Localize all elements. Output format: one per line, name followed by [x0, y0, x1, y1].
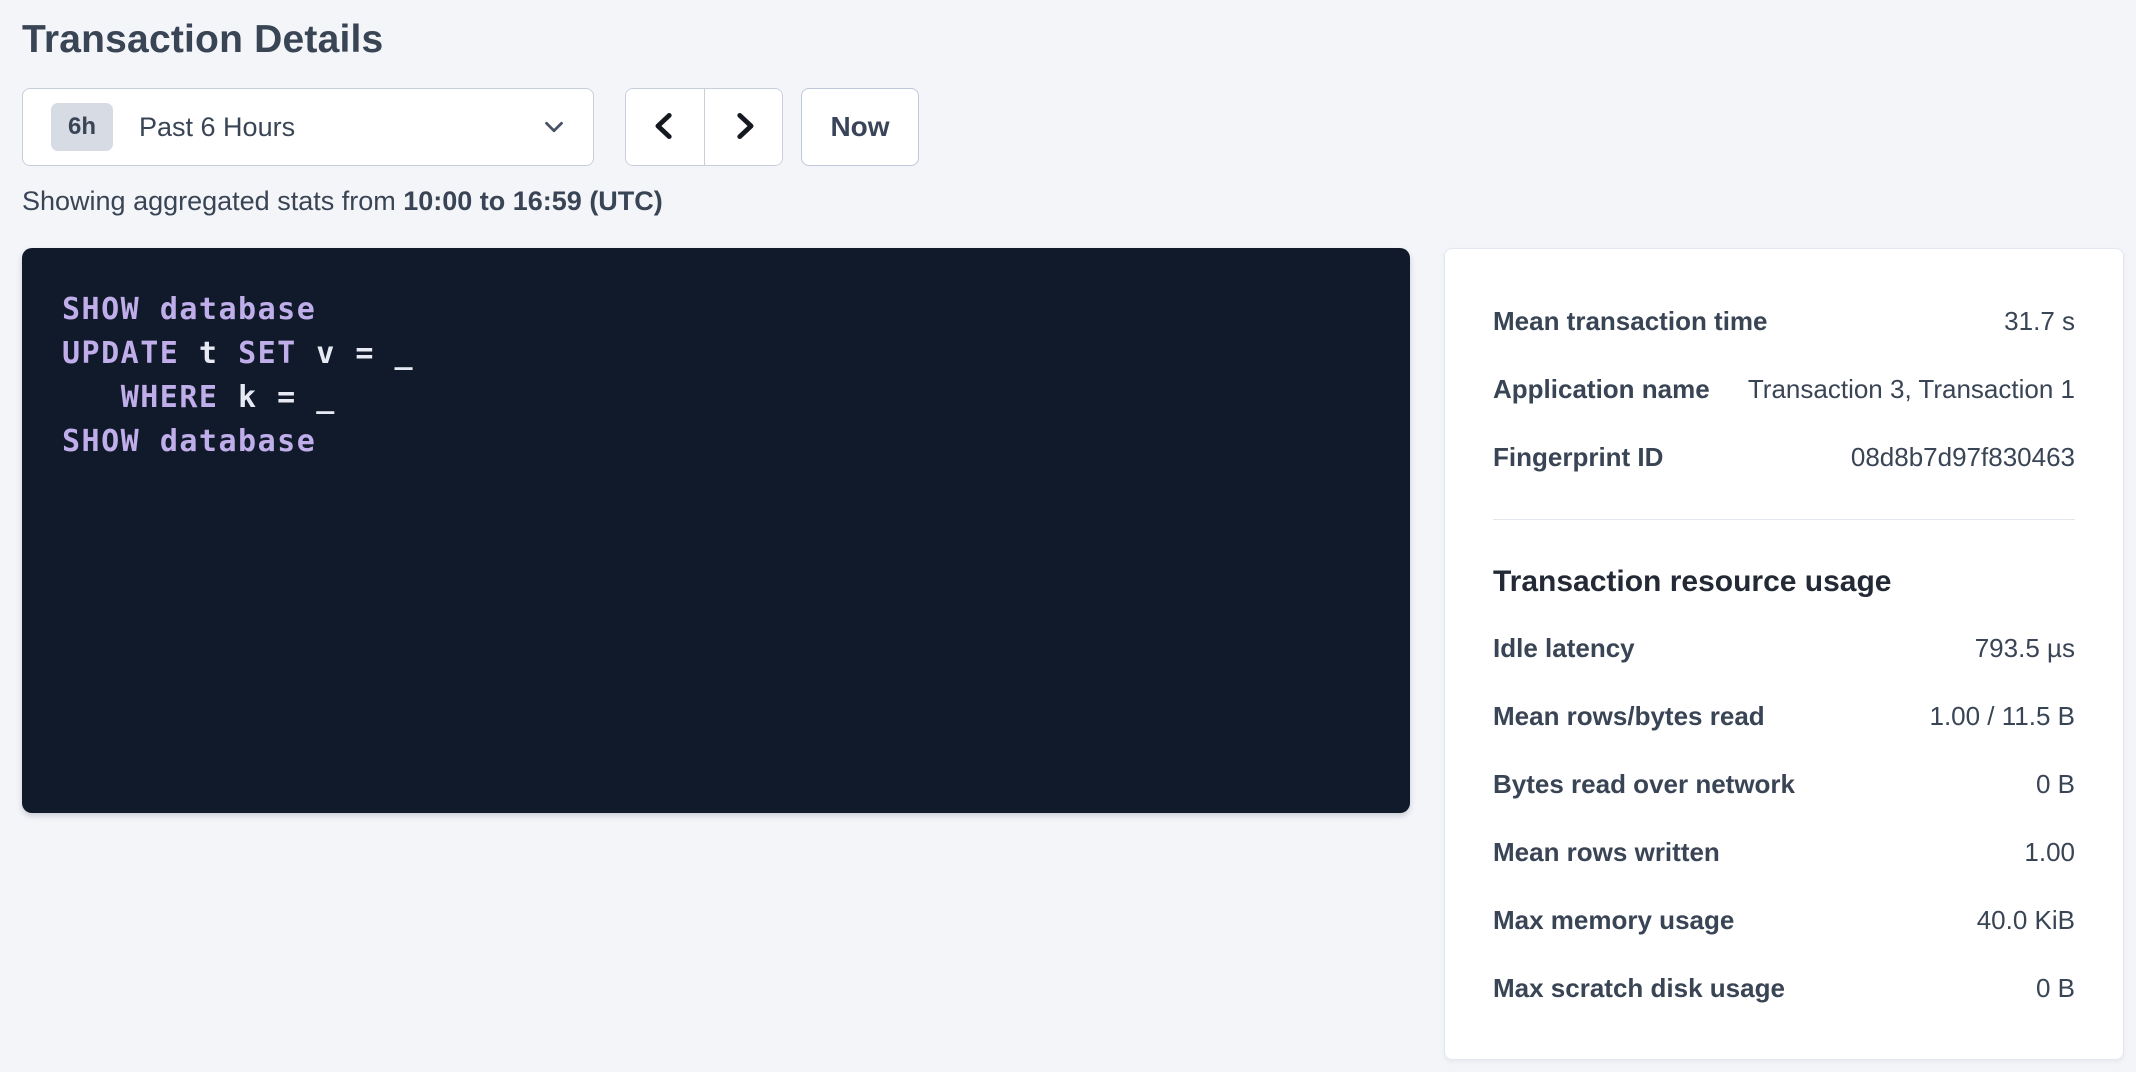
summary-row-value: 31.7 s	[2004, 306, 2075, 337]
summary-rows-top: Mean transaction time 31.7 s Application n…	[1493, 287, 2075, 491]
sql-line: UPDATE t SET v = _	[62, 332, 1370, 376]
summary-row-value: 08d8b7d97f830463	[1851, 442, 2075, 473]
resource-usage-heading: Transaction resource usage	[1493, 562, 2075, 602]
time-range-picker[interactable]: 6h Past 6 Hours	[22, 88, 594, 166]
summary-row: Mean rows/bytes read 1.00 / 11.5 B	[1493, 682, 2075, 750]
summary-row-value: 0 B	[2036, 769, 2075, 800]
summary-row-value: 40.0 KiB	[1977, 905, 2075, 936]
transaction-details-page: Transaction Details 6h Past 6 Hours	[0, 0, 2136, 1072]
summary-row-label: Bytes read over network	[1493, 769, 1815, 800]
sql-line: WHERE k = _	[62, 376, 1370, 420]
summary-row: Mean transaction time 31.7 s	[1493, 287, 2075, 355]
now-button[interactable]: Now	[801, 88, 919, 166]
aggregated-stats-prefix: Showing aggregated stats from	[22, 186, 403, 216]
aggregated-stats-range: 10:00 to 16:59 (UTC)	[403, 186, 663, 216]
chevron-left-icon	[648, 106, 682, 149]
chevron-right-icon	[727, 106, 761, 149]
summary-row-label: Idle latency	[1493, 633, 1655, 664]
summary-row-label: Max scratch disk usage	[1493, 973, 1805, 1004]
summary-row-label: Mean rows written	[1493, 837, 1740, 868]
card-divider	[1493, 519, 2075, 520]
summary-row-value: 793.5 µs	[1975, 633, 2075, 664]
summary-row: Max scratch disk usage 0 B	[1493, 954, 2075, 1022]
time-range-label: Past 6 Hours	[139, 112, 539, 143]
summary-row: Max memory usage 40.0 KiB	[1493, 886, 2075, 954]
summary-row-value: 1.00 / 11.5 B	[1929, 701, 2075, 732]
summary-row-label: Max memory usage	[1493, 905, 1754, 936]
time-range-badge: 6h	[51, 103, 113, 151]
sql-line: SHOW database	[62, 288, 1370, 332]
summary-row: Mean rows written 1.00	[1493, 818, 2075, 886]
summary-row-value: 1.00	[2024, 837, 2075, 868]
summary-row: Bytes read over network 0 B	[1493, 750, 2075, 818]
prev-time-range-button[interactable]	[626, 89, 704, 165]
time-range-nav-group	[625, 88, 783, 166]
page-title: Transaction Details	[22, 16, 2136, 64]
summary-row-label: Mean transaction time	[1493, 306, 1788, 337]
summary-row-label: Mean rows/bytes read	[1493, 701, 1785, 732]
summary-rows-usage: Idle latency 793.5 µs Mean rows/bytes read…	[1493, 614, 2075, 1022]
next-time-range-button[interactable]	[704, 89, 782, 165]
sql-statement-box: SHOW databaseUPDATE t SET v = _ WHERE k …	[22, 248, 1410, 813]
sql-line: SHOW database	[62, 420, 1370, 464]
transaction-summary-card: Mean transaction time 31.7 s Application n…	[1444, 248, 2124, 1060]
summary-row: Application name Transaction 3, Transacti…	[1493, 355, 2075, 423]
summary-row: Fingerprint ID 08d8b7d97f830463	[1493, 423, 2075, 491]
time-toolbar: 6h Past 6 Hours	[22, 88, 2136, 166]
summary-row-value: Transaction 3, Transaction 1	[1748, 374, 2075, 405]
summary-row-value: 0 B	[2036, 973, 2075, 1004]
sql-statement-code: SHOW databaseUPDATE t SET v = _ WHERE k …	[62, 288, 1370, 464]
summary-row: Idle latency 793.5 µs	[1493, 614, 2075, 682]
summary-row-label: Application name	[1493, 374, 1730, 405]
main-content: SHOW databaseUPDATE t SET v = _ WHERE k …	[22, 248, 2136, 1060]
summary-row-label: Fingerprint ID	[1493, 442, 1683, 473]
chevron-down-icon	[539, 112, 569, 142]
aggregated-stats-text: Showing aggregated stats from 10:00 to 1…	[22, 184, 2136, 218]
